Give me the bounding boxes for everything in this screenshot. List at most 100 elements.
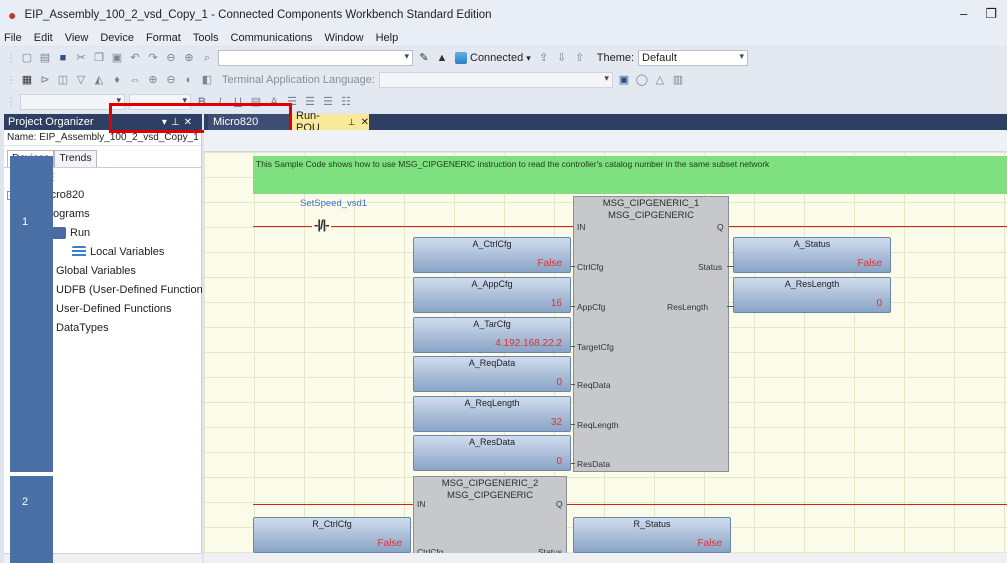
pin-icon[interactable]: ⊥	[348, 117, 356, 128]
navigate-back-icon[interactable]: ⊖	[164, 51, 178, 65]
editor-horizontal-scrollbar[interactable]	[204, 553, 1007, 563]
block-type-name: MSG_CIPGENERIC	[446, 490, 534, 501]
variable-value: 32	[550, 417, 562, 428]
rung-number-label: 1	[22, 216, 29, 228]
download-icon[interactable]: ▲	[435, 51, 449, 65]
search-combo[interactable]: ▾	[218, 50, 413, 66]
run-mode-icon[interactable]: ⇩	[555, 51, 569, 65]
variable-name: A_ResData	[468, 437, 516, 447]
rung-comment-text: This Sample Code shows how to use MSG_CI…	[256, 159, 770, 169]
close-tab-icon[interactable]: ✕	[361, 117, 369, 128]
toolbar-grip[interactable]: ⋮	[6, 53, 16, 64]
zoom-out-icon[interactable]: ⊖	[164, 73, 178, 87]
var-a-reqlength[interactable]: A_ReqLength 32	[413, 396, 571, 432]
connected-icon	[455, 52, 467, 64]
paste-icon[interactable]: ▣	[110, 51, 124, 65]
watch-icon[interactable]: ▽	[74, 73, 88, 87]
compare-icon[interactable]: ⇔	[128, 73, 142, 87]
power-rail-wire	[253, 226, 575, 227]
upload-icon[interactable]: ⇪	[537, 51, 551, 65]
block-type-name: MSG_CIPGENERIC	[607, 210, 695, 221]
rung-comment[interactable]: This Sample Code shows how to use MSG_CI…	[253, 156, 1007, 194]
debug-toolbar: ⋮ ▦ ⊳ ◫ ▽ ◭ ♦ ⇔ ⊕ ⊖ ◐ ◧ Terminal Applica…	[0, 69, 1007, 91]
variable-name: A_CtrlCfg	[472, 239, 512, 249]
tree-item-local-variables[interactable]: Local Variables	[72, 243, 164, 261]
menu-format[interactable]: Format	[146, 32, 181, 44]
theme-select[interactable]: Default ▾	[638, 50, 749, 66]
connected-button[interactable]: Connected ▾	[453, 52, 533, 64]
output-wire	[728, 226, 1007, 227]
chart-icon[interactable]: ▥	[671, 73, 685, 87]
new-project-icon[interactable]: ▢	[20, 51, 34, 65]
tree-item-label: Global Variables	[56, 265, 136, 277]
nc-contact[interactable]: -|/|-	[312, 217, 331, 232]
variable-value: False	[857, 258, 882, 269]
terminal-language-label: Terminal Application Language:	[222, 74, 375, 86]
redo-icon[interactable]: ↷	[146, 51, 160, 65]
menu-file[interactable]: File	[4, 32, 22, 44]
cut-icon[interactable]: ✂	[74, 51, 88, 65]
terminal-language-select[interactable]: ▾	[378, 72, 613, 88]
open-icon[interactable]: ▤	[38, 51, 52, 65]
menu-tools[interactable]: Tools	[193, 32, 219, 44]
build-icon[interactable]: ✎	[417, 51, 431, 65]
grid-icon[interactable]: ▦	[20, 73, 34, 87]
status-icon[interactable]: ◯	[635, 73, 649, 87]
var-r-ctrlcfg[interactable]: R_CtrlCfg False	[253, 517, 411, 553]
breakpoint-icon[interactable]: ◫	[56, 73, 70, 87]
bullet-list-icon[interactable]: ☷	[339, 95, 353, 109]
block-instance-name: MSG_CIPGENERIC_1	[602, 198, 700, 209]
var-a-status[interactable]: A_Status False	[733, 237, 891, 273]
menu-device[interactable]: Device	[100, 32, 134, 44]
variable-value: 0	[556, 456, 562, 467]
var-a-resdata[interactable]: A_ResData 0	[413, 435, 571, 471]
menu-edit[interactable]: Edit	[34, 32, 53, 44]
variable-value: 0	[556, 377, 562, 388]
save-icon[interactable]: ■	[56, 51, 70, 65]
var-a-reqdata[interactable]: A_ReqData 0	[413, 356, 571, 392]
undo-icon[interactable]: ↶	[128, 51, 142, 65]
zoom-in-icon[interactable]: ⊕	[146, 73, 160, 87]
msg-cipgeneric-block-1[interactable]: MSG_CIPGENERIC_1 MSG_CIPGENERIC	[573, 196, 729, 472]
warning-icon[interactable]: △	[653, 73, 667, 87]
var-r-status[interactable]: R_Status False	[573, 517, 731, 553]
tree-item-udfb[interactable]: UDFB (User-Defined Function	[38, 281, 203, 299]
variable-name: A_Status	[793, 239, 831, 249]
menu-view[interactable]: View	[65, 32, 89, 44]
restore-button[interactable]: ❐	[985, 6, 997, 22]
var-a-appcfg[interactable]: A_AppCfg 16	[413, 277, 571, 313]
menu-help[interactable]: Help	[376, 32, 399, 44]
toggle-icon[interactable]: ◐	[182, 73, 196, 87]
pin-resdata: ResData	[577, 459, 611, 469]
force-icon[interactable]: ♦	[110, 73, 124, 87]
align-right-icon[interactable]: ☰	[321, 95, 335, 109]
variable-name: R_Status	[633, 519, 671, 529]
rung-number-2[interactable]: 2	[10, 476, 53, 563]
var-a-tarcfg[interactable]: A_TarCfg 4.192.168.22.2	[413, 317, 571, 353]
block-instance-name: MSG_CIPGENERIC_2	[441, 478, 539, 489]
tab-run-pou[interactable]: Run-POU ⊥ ✕	[291, 110, 369, 134]
tree-item-user-defined-functions[interactable]: User-Defined Functions	[38, 300, 172, 318]
minimize-button[interactable]: –	[960, 6, 967, 22]
program-mode-icon[interactable]: ⇧	[573, 51, 587, 65]
output-wire	[567, 504, 1007, 505]
rung-number-1[interactable]: 1	[10, 156, 53, 472]
navigate-forward-icon[interactable]: ⊕	[182, 51, 196, 65]
toolbar-grip[interactable]: ⋮	[6, 75, 16, 86]
device-icon[interactable]: ▣	[617, 73, 631, 87]
find-icon[interactable]: ⌕	[200, 51, 214, 65]
toolbar-grip[interactable]: ⋮	[6, 97, 16, 108]
menu-window[interactable]: Window	[324, 32, 363, 44]
menu-communications[interactable]: Communications	[231, 32, 313, 44]
tab-trends[interactable]: Trends	[54, 150, 97, 167]
copy-icon[interactable]: ❐	[92, 51, 106, 65]
step-icon[interactable]: ⊳	[38, 73, 52, 87]
var-a-ctrlcfg[interactable]: A_CtrlCfg False	[413, 237, 571, 273]
var-a-reslength[interactable]: A_ResLength 0	[733, 277, 891, 313]
align-center-icon[interactable]: ☰	[303, 95, 317, 109]
bookmark-icon[interactable]: ◧	[200, 73, 214, 87]
editor-header-strip	[204, 130, 1007, 152]
theme-label: Theme:	[596, 52, 635, 64]
monitor-icon[interactable]: ◭	[92, 73, 106, 87]
rung-number-label: 2	[22, 496, 29, 508]
